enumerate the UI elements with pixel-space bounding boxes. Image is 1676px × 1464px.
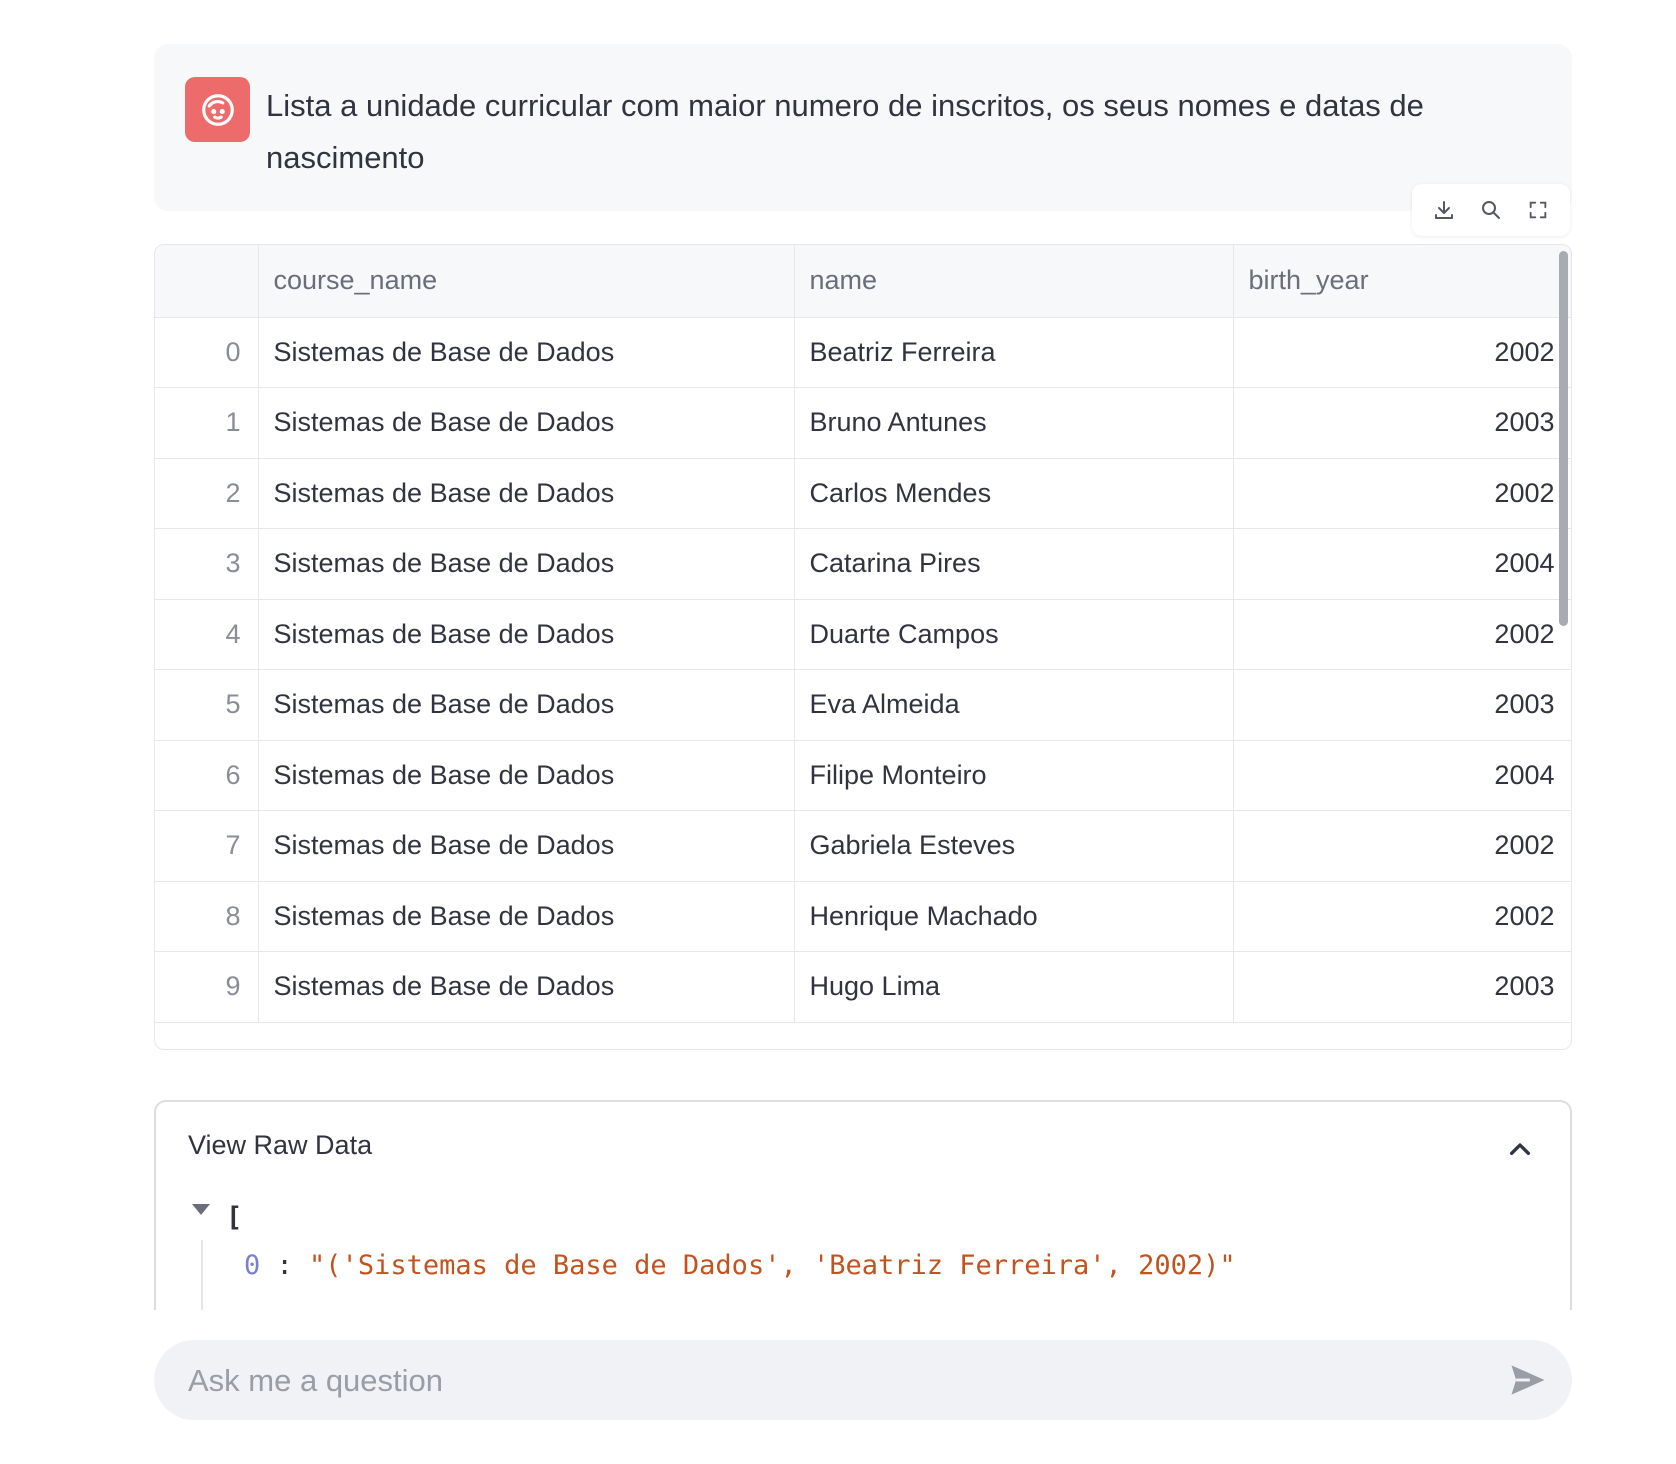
json-value: "('Sistemas de Base de Dados', 'Beatriz … xyxy=(309,1250,1236,1281)
course-name-cell[interactable]: Sistemas de Base de Dados xyxy=(258,810,795,882)
search-icon xyxy=(1481,201,1500,219)
chevron-up-icon xyxy=(1510,1143,1530,1155)
name-cell[interactable]: Carlos Mendes xyxy=(794,458,1234,529)
birth-year-cell[interactable]: 2002 xyxy=(1233,881,1571,952)
table-toolbar xyxy=(1412,184,1570,236)
row-index-cell[interactable]: 1 xyxy=(155,387,259,459)
table-row[interactable]: 4 Sistemas de Base de Dados Duarte Campos 2… xyxy=(155,599,1571,670)
name-cell[interactable]: Beatriz Ferreira xyxy=(794,317,1234,388)
chat-message: Lista a unidade curricular com maior num… xyxy=(154,44,1572,211)
course-name-cell[interactable]: Sistemas de Base de Dados xyxy=(258,528,795,600)
row-index-cell[interactable]: 8 xyxy=(155,881,259,952)
birth-year-cell[interactable]: 2002 xyxy=(1233,599,1571,670)
name-cell[interactable]: Gabriela Esteves xyxy=(794,810,1234,882)
row-index-cell[interactable]: 4 xyxy=(155,599,259,670)
json-key: 0 xyxy=(244,1250,261,1281)
table-row[interactable]: 0 Sistemas de Base de Dados Beatriz Ferrei… xyxy=(155,317,1571,388)
user-face-icon xyxy=(201,93,234,126)
question-input[interactable] xyxy=(186,1340,1490,1422)
row-index-cell[interactable]: 3 xyxy=(155,528,259,600)
column-header-index[interactable] xyxy=(155,245,259,318)
table-row[interactable]: 6 Sistemas de Base de Dados Filipe Monteir… xyxy=(155,740,1571,811)
json-colon: : xyxy=(260,1250,310,1281)
name-cell[interactable]: Henrique Machado xyxy=(794,881,1234,952)
course-name-cell[interactable]: Sistemas de Base de Dados xyxy=(258,317,795,388)
table-row[interactable]: 2 Sistemas de Base de Dados Carlos Mendes 2… xyxy=(155,458,1571,529)
json-open-bracket: [ xyxy=(226,1202,243,1233)
search-button[interactable] xyxy=(1471,190,1511,230)
birth-year-cell[interactable]: 2002 xyxy=(1233,458,1571,529)
birth-year-cell[interactable]: 2004 xyxy=(1233,740,1571,811)
name-cell[interactable]: Catarina Pires xyxy=(794,528,1234,600)
table-scrollbar[interactable] xyxy=(1559,251,1568,626)
chat-input-bar xyxy=(154,1340,1572,1422)
row-index-cell[interactable]: 0 xyxy=(155,317,259,388)
row-index-cell[interactable]: 2 xyxy=(155,458,259,529)
course-name-cell[interactable]: Sistemas de Base de Dados xyxy=(258,740,795,811)
birth-year-cell[interactable]: 2004 xyxy=(1233,528,1571,600)
user-avatar xyxy=(185,77,250,142)
row-index-cell[interactable]: 7 xyxy=(155,810,259,882)
course-name-cell[interactable]: Sistemas de Base de Dados xyxy=(258,599,795,670)
table-row[interactable]: 7 Sistemas de Base de Dados Gabriela Estev… xyxy=(155,810,1571,882)
send-button[interactable] xyxy=(1506,1358,1550,1402)
name-cell[interactable]: Hugo Lima xyxy=(794,951,1234,1023)
course-name-cell[interactable]: Sistemas de Base de Dados xyxy=(258,458,795,529)
json-entry: 0 : "('Sistemas de Base de Dados', 'Beat… xyxy=(244,1250,1236,1281)
row-index-cell[interactable]: 5 xyxy=(155,669,259,741)
name-cell[interactable]: Bruno Antunes xyxy=(794,387,1234,459)
birth-year-cell[interactable]: 2002 xyxy=(1233,317,1571,388)
download-icon xyxy=(1434,201,1453,219)
table-row[interactable]: 8 Sistemas de Base de Dados Henrique Macha… xyxy=(155,881,1571,952)
json-collapse-triangle-icon[interactable] xyxy=(192,1204,210,1215)
birth-year-cell[interactable]: 2002 xyxy=(1233,810,1571,882)
name-cell[interactable]: Filipe Monteiro xyxy=(794,740,1234,811)
course-name-cell[interactable]: Sistemas de Base de Dados xyxy=(258,951,795,1023)
fullscreen-button[interactable] xyxy=(1518,190,1558,230)
json-indent-guide xyxy=(201,1240,203,1310)
column-header-birth-year[interactable]: birth_year xyxy=(1233,245,1571,318)
name-cell[interactable]: Duarte Campos xyxy=(794,599,1234,670)
row-index-cell[interactable]: 9 xyxy=(155,951,259,1023)
column-header-name[interactable]: name xyxy=(794,245,1234,318)
message-text: Lista a unidade curricular com maior num… xyxy=(266,88,1424,175)
birth-year-cell[interactable]: 2003 xyxy=(1233,669,1571,741)
birth-year-cell[interactable]: 2003 xyxy=(1233,951,1571,1023)
name-cell[interactable]: Eva Almeida xyxy=(794,669,1234,741)
table-row[interactable]: 9 Sistemas de Base de Dados Hugo Lima 2003 xyxy=(155,951,1571,1023)
course-name-cell[interactable]: Sistemas de Base de Dados xyxy=(258,387,795,459)
course-name-cell[interactable]: Sistemas de Base de Dados xyxy=(258,881,795,952)
table-row[interactable]: 3 Sistemas de Base de Dados Catarina Pires… xyxy=(155,528,1571,600)
column-header-course-name[interactable]: course_name xyxy=(258,245,795,318)
data-table[interactable]: course_name name birth_year 0 Sistemas de… xyxy=(154,244,1572,1050)
course-name-cell[interactable]: Sistemas de Base de Dados xyxy=(258,669,795,741)
table-header-row: course_name name birth_year xyxy=(155,245,1571,318)
raw-data-expander: View Raw Data [ 0 : "('Sistemas de Base … xyxy=(154,1100,1572,1310)
birth-year-cell[interactable]: 2003 xyxy=(1233,387,1571,459)
fullscreen-icon xyxy=(1530,201,1547,219)
table-row[interactable]: 5 Sistemas de Base de Dados Eva Almeida 200… xyxy=(155,669,1571,741)
collapse-button[interactable] xyxy=(1500,1130,1540,1170)
send-icon xyxy=(1511,1365,1545,1395)
row-index-cell[interactable]: 6 xyxy=(155,740,259,811)
raw-data-title[interactable]: View Raw Data xyxy=(188,1130,372,1161)
download-button[interactable] xyxy=(1424,190,1464,230)
table-row[interactable]: 1 Sistemas de Base de Dados Bruno Antunes 2… xyxy=(155,387,1571,459)
